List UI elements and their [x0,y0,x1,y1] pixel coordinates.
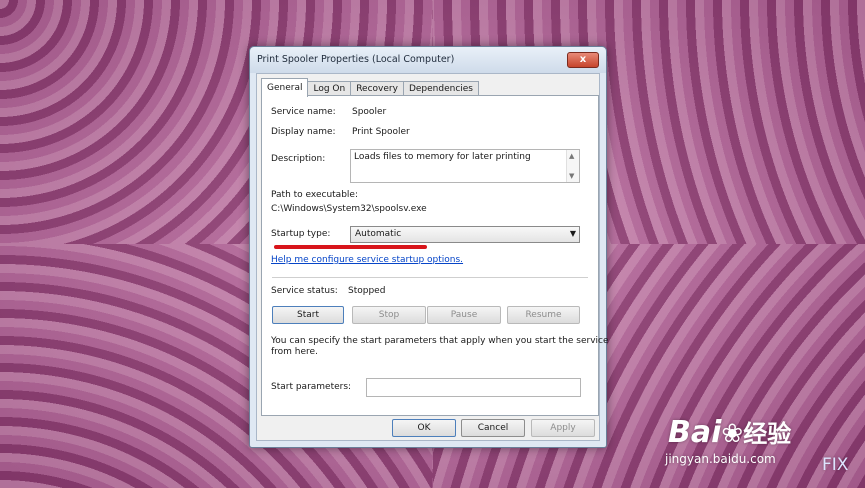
apply-button[interactable]: Apply [531,419,595,437]
service-name-value: Spooler [352,107,387,117]
path-value: C:\Windows\System32\spoolsv.exe [271,204,427,214]
red-highlight-underline [274,245,427,249]
properties-dialog: Print Spooler Properties (Local Computer… [249,46,609,448]
divider [272,277,588,278]
display-name-label: Display name: [271,127,336,137]
cancel-button[interactable]: Cancel [461,419,525,437]
ok-button[interactable]: OK [392,419,456,437]
startup-type-value: Automatic [355,229,402,239]
watermark-logo: Bai❀经验 [668,414,791,450]
watermark-brand-suffix: 经验 [743,420,792,448]
close-button[interactable]: x [567,52,599,68]
resume-button[interactable]: Resume [507,306,580,324]
start-parameters-label: Start parameters: [271,382,352,392]
watermark-fix: FIX [822,455,849,475]
description-text: Loads files to memory for later printing [354,152,531,162]
start-button[interactable]: Start [272,306,344,324]
tab-general[interactable]: General [261,78,309,97]
description-label: Description: [271,154,326,164]
help-configure-link[interactable]: Help me configure service startup option… [271,255,463,265]
path-label: Path to executable: [271,190,358,200]
display-name-value: Print Spooler [352,127,410,137]
params-note-line2: from here. [271,347,318,357]
title-bar[interactable]: Print Spooler Properties (Local Computer… [250,47,606,73]
startup-type-label: Startup type: [271,229,331,239]
start-parameters-input[interactable] [366,378,581,397]
general-tab-panel: Service name: Spooler Display name: Prin… [261,95,609,416]
dialog-client-area: General Log On Recovery Dependencies Ser… [256,73,609,441]
service-name-label: Service name: [271,107,336,117]
close-icon: x [579,54,587,65]
description-textbox[interactable]: Loads files to memory for later printing… [350,149,580,183]
watermark-brand: Bai [668,415,722,450]
stop-button[interactable]: Stop [352,306,426,324]
pause-button[interactable]: Pause [427,306,501,324]
tab-strip: General Log On Recovery Dependencies [261,78,479,97]
scroll-up-icon[interactable]: ▲ [569,152,574,160]
params-note-line1: You can specify the start parameters tha… [271,336,609,346]
paw-icon: ❀ [721,419,744,449]
service-status-label: Service status: [271,286,338,296]
scroll-down-icon[interactable]: ▼ [569,172,574,180]
window-title: Print Spooler Properties (Local Computer… [257,54,455,65]
startup-type-select[interactable]: Automatic ▼ [350,226,580,243]
service-status-value: Stopped [348,286,386,296]
description-scrollbar[interactable]: ▲ ▼ [566,150,579,182]
chevron-down-icon: ▼ [569,229,576,238]
watermark-url: jingyan.baidu.com [665,452,776,466]
